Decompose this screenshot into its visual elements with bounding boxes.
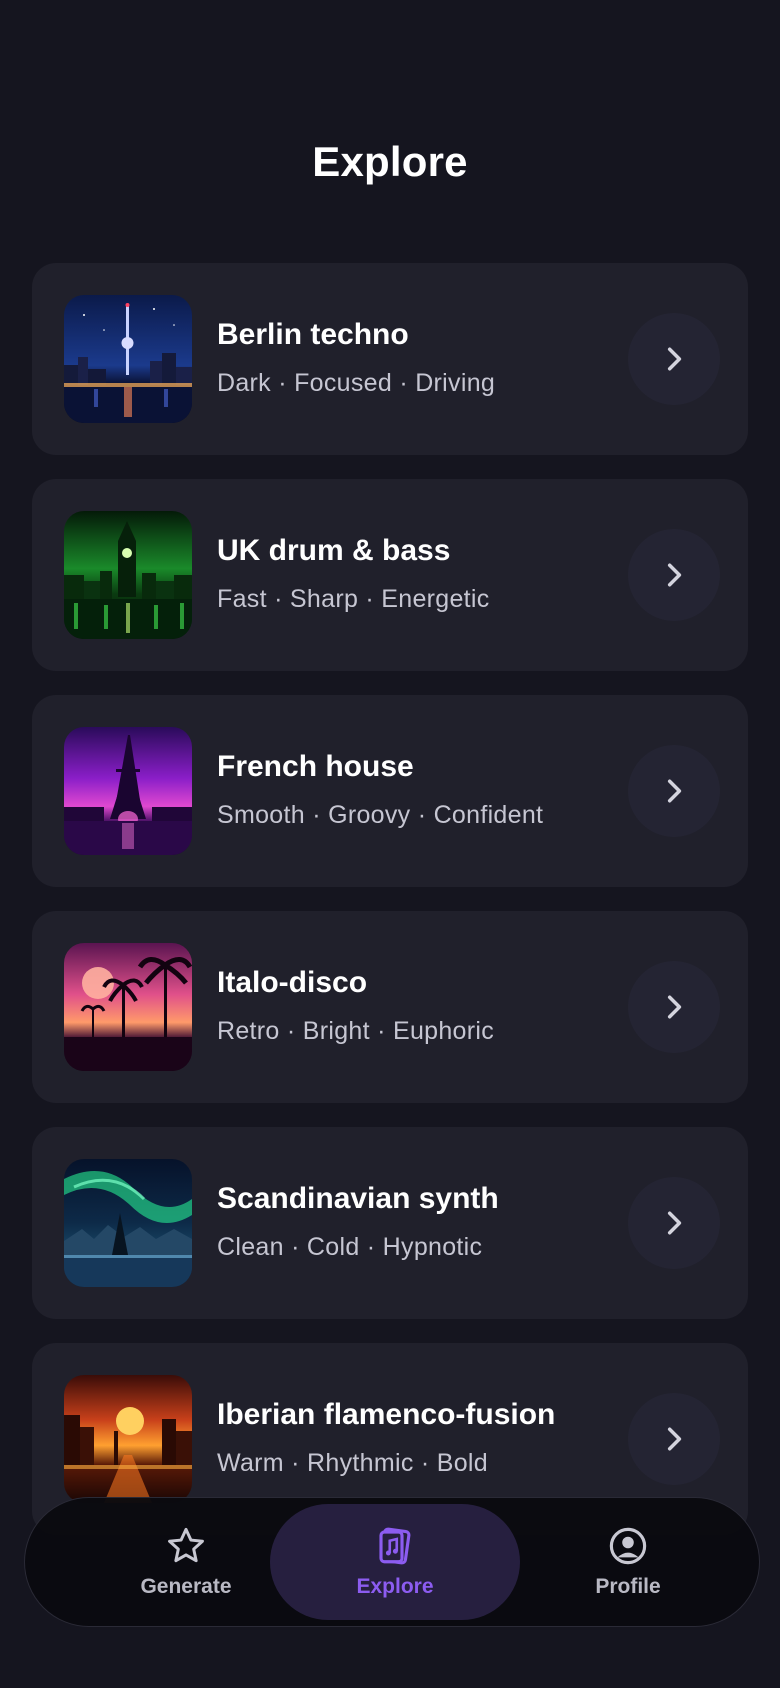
- tab-label: Explore: [356, 1575, 434, 1598]
- user-circle-icon: [609, 1527, 647, 1565]
- open-genre-button[interactable]: [628, 1393, 720, 1485]
- genre-name: Italo-disco: [217, 966, 368, 999]
- tab-label: Profile: [595, 1575, 661, 1598]
- genre-name: French house: [217, 750, 414, 783]
- genre-name: UK drum & bass: [217, 534, 451, 567]
- tab-label: Generate: [140, 1575, 232, 1598]
- chevron-right-icon: [667, 563, 682, 587]
- genre-card-italo-disco[interactable]: Italo-disco Retro · Bright · Euphoric: [32, 911, 748, 1103]
- genre-tags: Clean · Cold · Hypnotic: [217, 1233, 483, 1261]
- tab-explore[interactable]: Explore: [270, 1504, 520, 1620]
- chevron-right-icon: [667, 1211, 682, 1235]
- genre-name: Berlin techno: [217, 318, 409, 351]
- genre-card-berlin-techno[interactable]: Berlin techno Dark · Focused · Driving: [32, 263, 748, 455]
- chevron-right-icon: [667, 1427, 682, 1451]
- genre-tags: Retro · Bright · Euphoric: [217, 1017, 495, 1045]
- open-genre-button[interactable]: [628, 745, 720, 837]
- bottom-tab-bar: Generate Explore Profile: [24, 1497, 760, 1627]
- genre-card-uk-drum-and-bass[interactable]: UK drum & bass Fast · Sharp · Energetic: [32, 479, 748, 671]
- london-big-ben-image: [64, 511, 192, 639]
- paris-eiffel-tower-image: [64, 727, 192, 855]
- tab-profile[interactable]: Profile: [503, 1498, 753, 1626]
- explore-screen: Explore Berlin techno Dark · Focused · D…: [0, 0, 780, 1688]
- genre-name: Scandinavian synth: [217, 1182, 499, 1215]
- chevron-right-icon: [667, 347, 682, 371]
- genre-card-scandinavian-synth[interactable]: Scandinavian synth Clean · Cold · Hypnot…: [32, 1127, 748, 1319]
- genre-tags: Smooth · Groovy · Confident: [217, 801, 544, 829]
- city-sunset-image: [64, 1375, 192, 1503]
- berlin-tv-tower-image: [64, 295, 192, 423]
- open-genre-button[interactable]: [628, 313, 720, 405]
- genre-list: Berlin techno Dark · Focused · Driving U…: [32, 263, 748, 1559]
- open-genre-button[interactable]: [628, 961, 720, 1053]
- genre-name: Iberian flamenco-fusion: [217, 1398, 556, 1431]
- chevron-right-icon: [667, 779, 682, 803]
- music-book-icon: [379, 1527, 411, 1565]
- star-icon: [168, 1527, 204, 1563]
- genre-tags: Dark · Focused · Driving: [217, 369, 496, 397]
- open-genre-button[interactable]: [628, 1177, 720, 1269]
- chevron-right-icon: [667, 995, 682, 1019]
- palm-trees-sunset-image: [64, 943, 192, 1071]
- genre-tags: Fast · Sharp · Energetic: [217, 585, 490, 613]
- genre-card-french-house[interactable]: French house Smooth · Groovy · Confident: [32, 695, 748, 887]
- page-title: Explore: [312, 138, 468, 185]
- genre-tags: Warm · Rhythmic · Bold: [217, 1449, 488, 1477]
- aurora-borealis-image: [64, 1159, 192, 1287]
- open-genre-button[interactable]: [628, 529, 720, 621]
